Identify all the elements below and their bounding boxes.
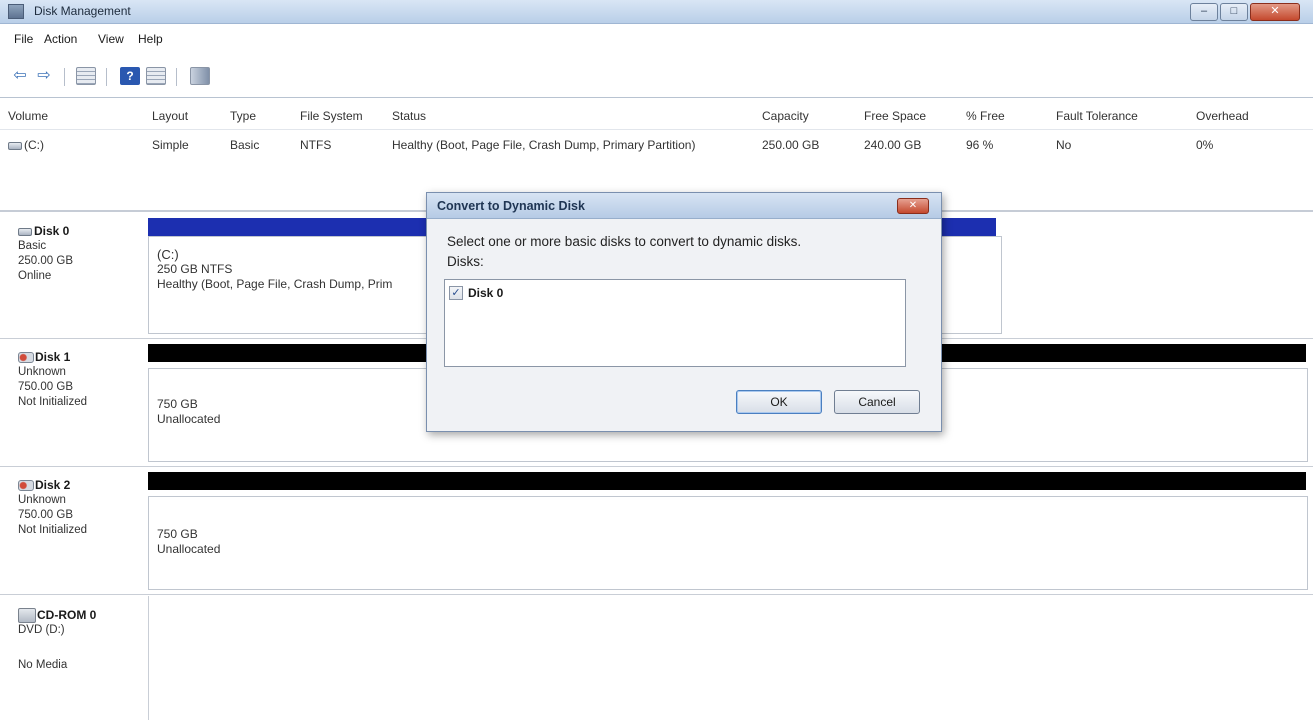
drive-icon	[8, 141, 22, 150]
free-space-cell: 240.00 GB	[864, 138, 922, 152]
cdrom-0-status: No Media	[18, 659, 68, 672]
menu-view[interactable]: View	[98, 32, 124, 46]
cdrom-icon	[18, 608, 36, 624]
disk-1-name-row: Disk 1	[18, 350, 146, 365]
disk-1-name: Disk 1	[35, 350, 71, 364]
column-status[interactable]: Status	[392, 109, 426, 123]
column-fault-tolerance[interactable]: Fault Tolerance	[1056, 109, 1138, 123]
capacity-cell: 250.00 GB	[762, 138, 820, 152]
column-capacity[interactable]: Capacity	[762, 109, 809, 123]
toolbar-separator	[106, 68, 107, 86]
column-layout[interactable]: Layout	[152, 109, 188, 123]
cdrom-0-name: CD-ROM 0	[37, 608, 97, 622]
fault-tolerance-cell: No	[1056, 138, 1072, 152]
menu-file[interactable]: File	[14, 32, 33, 46]
column-volume[interactable]: Volume	[8, 109, 48, 123]
column-overhead[interactable]: Overhead	[1196, 109, 1249, 123]
disk-0-type: Basic	[18, 240, 47, 252]
menu-bar: File Action View Help	[0, 24, 1313, 56]
unknown-disk-icon	[18, 352, 34, 364]
disk-0-size: 250.00 GB	[18, 255, 73, 267]
disk-2-panel: Disk 2 Unknown 750.00 GB Not Initialized…	[0, 472, 1313, 590]
column-type[interactable]: Type	[230, 109, 256, 123]
disk-1-label[interactable]: Disk 1 Unknown 750.00 GB Not Initialized	[18, 350, 146, 410]
disk-0-name: Disk 0	[34, 224, 70, 238]
disk-2-status: Not Initialized	[18, 524, 88, 536]
maximize-button[interactable]: □	[1220, 3, 1248, 21]
column-percent-free[interactable]: % Free	[966, 109, 1005, 123]
help-icon[interactable]: ?	[120, 67, 140, 85]
forward-arrow-icon[interactable]: ⇨	[34, 67, 54, 85]
layout-cell: Simple	[152, 138, 189, 152]
cdrom-0-type: DVD (D:)	[18, 624, 65, 637]
unallocated-space[interactable]: 750 GB Unallocated	[148, 496, 1308, 590]
close-button[interactable]: ✕	[1250, 3, 1300, 21]
toolbar-separator	[176, 68, 177, 86]
table-row[interactable]: (C:) Simple Basic NTFS Healthy (Boot, Pa…	[0, 130, 1313, 160]
unknown-disk-icon	[18, 480, 34, 492]
disk-1-type: Unknown	[18, 366, 66, 378]
column-free-space[interactable]: Free Space	[864, 109, 926, 123]
disks-label: Disks:	[447, 254, 484, 269]
column-file-system[interactable]: File System	[300, 109, 363, 123]
cdrom-divider	[148, 596, 149, 720]
convert-dynamic-disk-dialog: Convert to Dynamic Disk ✕ Select one or …	[426, 192, 942, 432]
disk-2-name-row: Disk 2	[18, 478, 146, 493]
back-arrow-icon[interactable]: ⇦	[10, 67, 30, 85]
disk-1-status: Not Initialized	[18, 396, 88, 408]
disk-icon	[18, 227, 32, 236]
disk-2-size: 750.00 GB	[18, 509, 73, 521]
disk-2-label[interactable]: Disk 2 Unknown 750.00 GB Not Initialized	[18, 478, 146, 538]
disk-separator	[0, 466, 1313, 467]
volume-cell: (C:)	[8, 138, 44, 152]
disk-2-type: Unknown	[18, 494, 66, 506]
window-title: Disk Management	[34, 4, 131, 18]
dialog-prompt: Select one or more basic disks to conver…	[447, 234, 802, 249]
status-cell: Healthy (Boot, Page File, Crash Dump, Pr…	[392, 138, 696, 152]
cancel-button[interactable]: Cancel	[834, 390, 920, 414]
disk-0-item-label: Disk 0	[468, 286, 504, 300]
show-hide-action-pane-icon[interactable]	[146, 67, 166, 85]
toolbar: ⇦ ⇨ ?	[0, 56, 1313, 98]
disk-0-name-row: Disk 0	[18, 224, 146, 239]
disk-0-status: Online	[18, 270, 52, 282]
volume-name: (C:)	[24, 138, 44, 152]
overhead-cell: 0%	[1196, 138, 1214, 152]
dialog-title: Convert to Dynamic Disk	[437, 199, 585, 213]
disk-0-checkbox[interactable]: ✓	[449, 286, 463, 300]
disk-0-label[interactable]: Disk 0 Basic 250.00 GB Online	[18, 224, 146, 284]
dialog-titlebar[interactable]: Convert to Dynamic Disk ✕	[427, 193, 941, 219]
unallocated-status: Unallocated	[157, 542, 221, 556]
dialog-body: Select one or more basic disks to conver…	[428, 220, 940, 431]
cdrom-0-label[interactable]: CD-ROM 0 DVD (D:) No Media	[18, 608, 146, 673]
disk-listbox[interactable]: ✓ Disk 0	[444, 279, 906, 367]
disk-1-size: 750.00 GB	[18, 381, 73, 393]
toolbar-separator	[64, 68, 65, 86]
unallocated-color-bar	[148, 472, 1306, 490]
ok-button[interactable]: OK	[736, 390, 822, 414]
type-cell: Basic	[230, 138, 260, 152]
volume-list-header: Volume Layout Type File System Status Ca…	[0, 98, 1313, 130]
show-hide-console-tree-icon[interactable]	[76, 67, 96, 85]
percent-free-cell: 96 %	[966, 138, 994, 152]
window-titlebar: Disk Management – □ ✕	[0, 0, 1313, 24]
menu-help[interactable]: Help	[138, 32, 163, 46]
cdrom-0-name-row: CD-ROM 0	[18, 608, 146, 624]
cdrom-0-panel: CD-ROM 0 DVD (D:) No Media	[0, 596, 1313, 720]
disk-management-icon	[8, 4, 24, 19]
minimize-button[interactable]: –	[1190, 3, 1218, 21]
properties-icon[interactable]	[190, 67, 210, 85]
unallocated-size: 750 GB	[157, 527, 198, 541]
disk-2-name: Disk 2	[35, 478, 71, 492]
menu-action[interactable]: Action	[44, 32, 77, 46]
disk-separator	[0, 594, 1313, 595]
dialog-close-button[interactable]: ✕	[897, 198, 929, 214]
file-system-cell: NTFS	[300, 138, 332, 152]
